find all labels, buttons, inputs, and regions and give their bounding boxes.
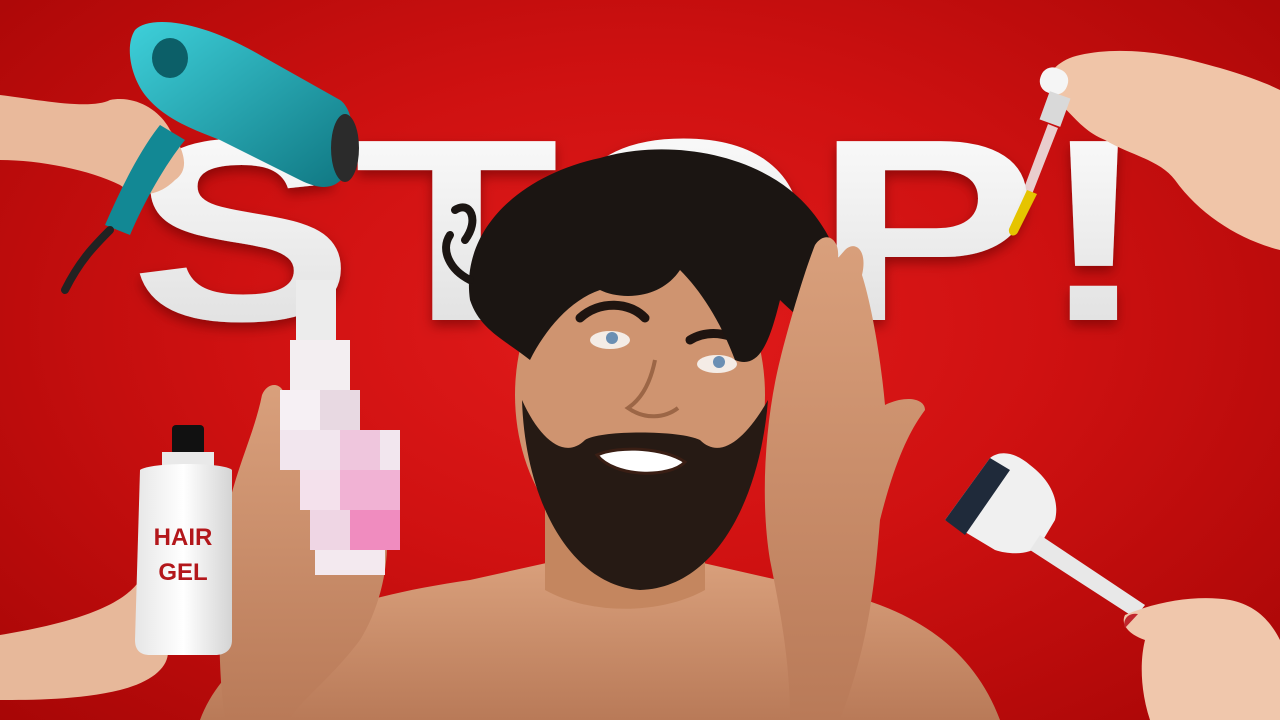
dye-brush-icon — [945, 453, 1145, 618]
hair-gel-group: HAIR GEL — [0, 425, 232, 700]
hair-gel-bottle-icon: HAIR GEL — [135, 425, 232, 655]
brush-holding-hand — [1123, 598, 1280, 720]
bottle-label-line1: HAIR — [154, 524, 213, 551]
bottle-label-line2: GEL — [158, 559, 207, 586]
thumbnail-canvas: STOP! — [0, 0, 1280, 720]
left-iris — [606, 332, 618, 344]
dye-brush-group — [945, 453, 1280, 720]
right-iris — [713, 356, 725, 368]
thumbnail-scene: STOP! — [0, 22, 1280, 720]
